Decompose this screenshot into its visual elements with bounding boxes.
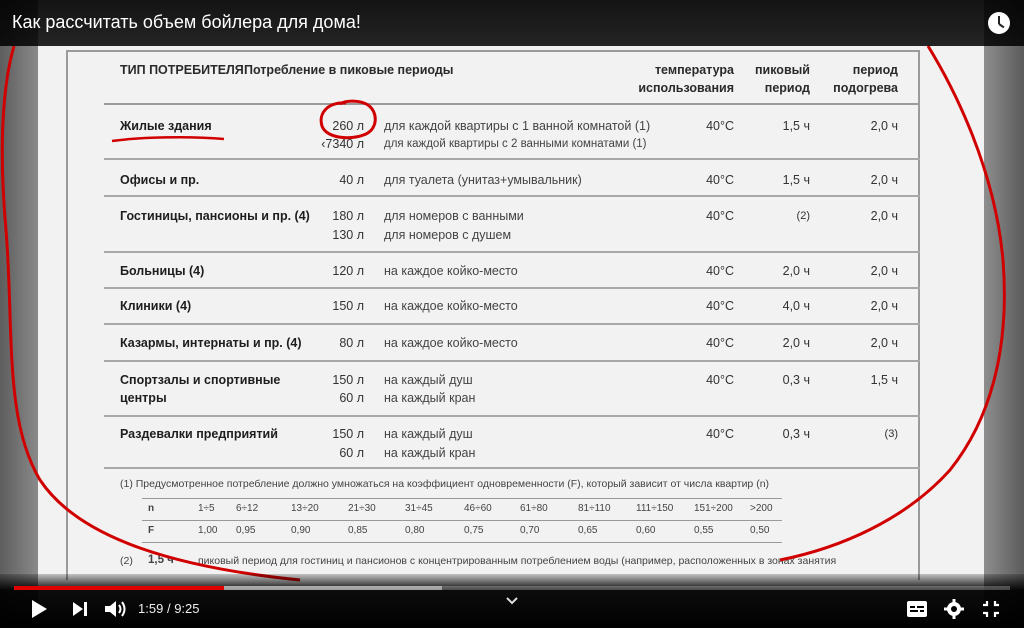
red-annotation-overlay <box>0 45 1006 582</box>
progress-played <box>14 586 224 590</box>
annotation-underline <box>111 136 225 143</box>
annotation-circle <box>319 99 377 140</box>
chevron-down-icon[interactable] <box>505 596 519 606</box>
time-separator: / <box>166 601 171 616</box>
progress-bar[interactable] <box>14 586 1010 590</box>
annotation-left-loop <box>0 45 301 582</box>
video-frame[interactable]: ТИП ПОТРЕБИТЕЛЯ Потребление в пиковые пе… <box>0 0 1024 628</box>
annotation-right-loop <box>779 45 1006 562</box>
play-icon[interactable] <box>30 599 48 619</box>
exit-fullscreen-icon[interactable] <box>982 600 1000 618</box>
watch-later-icon[interactable] <box>988 12 1010 34</box>
volume-icon[interactable] <box>104 599 128 619</box>
subtitles-icon[interactable] <box>906 600 928 618</box>
video-title[interactable]: Как рассчитать объем бойлера для дома! <box>12 12 361 33</box>
time-display: 1:59 / 9:25 <box>138 601 200 616</box>
duration: 9:25 <box>174 601 200 616</box>
current-time: 1:59 <box>138 601 164 616</box>
next-icon[interactable] <box>72 601 88 617</box>
settings-gear-icon[interactable] <box>944 599 964 619</box>
video-title-bar: Как рассчитать объем бойлера для дома! <box>0 0 1024 46</box>
